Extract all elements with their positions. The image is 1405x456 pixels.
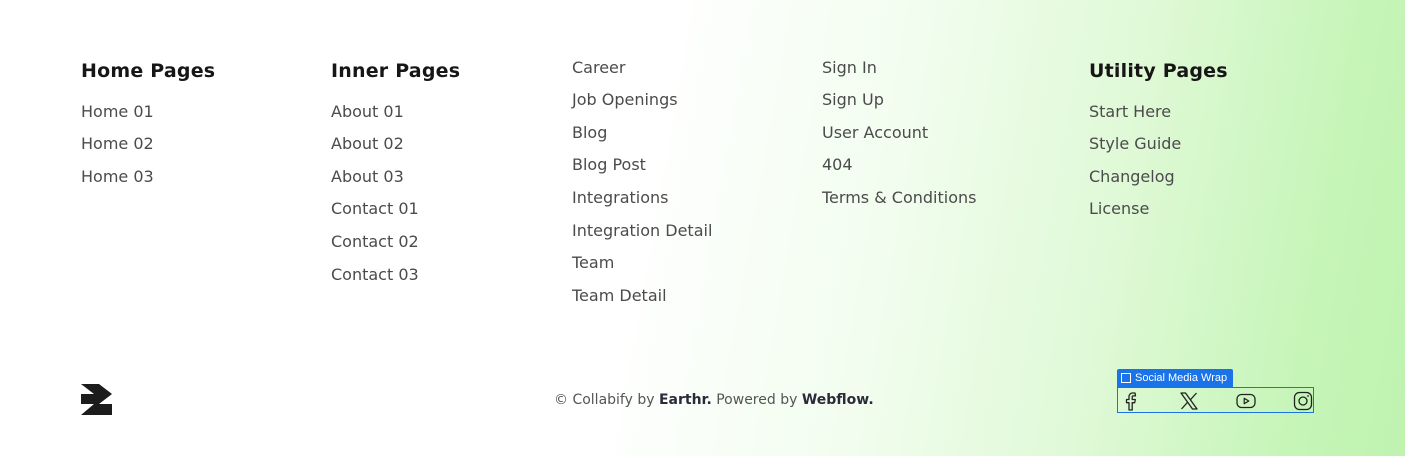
brand-logo[interactable] [81, 384, 112, 415]
link-404[interactable]: 404 [822, 155, 853, 174]
link-style-guide[interactable]: Style Guide [1089, 134, 1181, 153]
link-contact-02[interactable]: Contact 02 [331, 232, 419, 251]
powered-prefix: Powered by [716, 392, 798, 408]
home-pages-heading: Home Pages [81, 60, 216, 82]
link-integration-detail[interactable]: Integration Detail [572, 221, 712, 240]
link-integrations[interactable]: Integrations [572, 188, 669, 207]
social-media-wrap-tag[interactable]: Social Media Wrap [1117, 369, 1234, 387]
utility-pages-heading: Utility Pages [1089, 60, 1228, 82]
link-contact-01[interactable]: Contact 01 [331, 199, 419, 218]
instagram-icon[interactable] [1292, 390, 1314, 412]
link-about-01[interactable]: About 01 [331, 102, 404, 121]
inner-pages-heading: Inner Pages [331, 60, 461, 82]
link-team-detail[interactable]: Team Detail [572, 286, 667, 305]
link-changelog[interactable]: Changelog [1089, 167, 1175, 186]
link-home-01[interactable]: Home 01 [81, 102, 154, 121]
link-terms-conditions[interactable]: Terms & Conditions [822, 188, 976, 207]
link-team[interactable]: Team [572, 253, 614, 272]
x-icon[interactable] [1178, 390, 1200, 412]
link-blog[interactable]: Blog [572, 123, 607, 142]
platform-link[interactable]: Webflow. [802, 392, 874, 408]
link-sign-up[interactable]: Sign Up [822, 90, 884, 109]
facebook-icon[interactable] [1121, 390, 1143, 412]
element-box-icon [1121, 373, 1131, 383]
link-career[interactable]: Career [572, 58, 625, 77]
social-media-wrap-label: Social Media Wrap [1135, 372, 1228, 384]
social-media-wrap[interactable] [1117, 387, 1314, 413]
link-start-here[interactable]: Start Here [1089, 102, 1171, 121]
link-user-account[interactable]: User Account [822, 123, 928, 142]
youtube-icon[interactable] [1235, 390, 1257, 412]
link-blog-post[interactable]: Blog Post [572, 155, 646, 174]
link-job-openings[interactable]: Job Openings [572, 90, 678, 109]
link-sign-in[interactable]: Sign In [822, 58, 877, 77]
copyright-prefix: © Collabify by [554, 392, 655, 408]
link-home-03[interactable]: Home 03 [81, 167, 154, 186]
link-license[interactable]: License [1089, 199, 1149, 218]
logo-mark-icon [81, 384, 112, 415]
link-home-02[interactable]: Home 02 [81, 134, 154, 153]
link-about-02[interactable]: About 02 [331, 134, 404, 153]
brand-link[interactable]: Earthr. [659, 392, 712, 408]
copyright-text: © Collabify by Earthr. Powered by Webflo… [554, 392, 874, 408]
link-contact-03[interactable]: Contact 03 [331, 265, 419, 284]
link-about-03[interactable]: About 03 [331, 167, 404, 186]
